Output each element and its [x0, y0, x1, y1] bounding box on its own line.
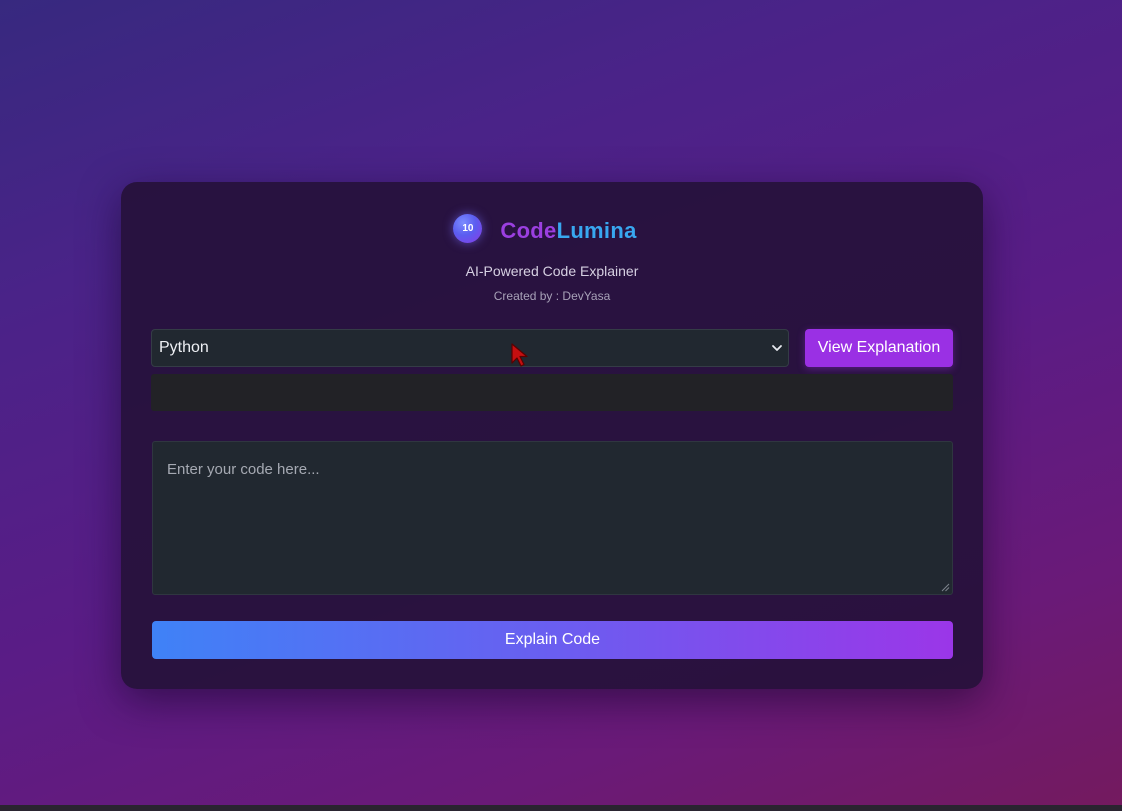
bottom-strip: [0, 805, 1122, 811]
app-title: CodeLumina: [500, 218, 636, 244]
language-select-value: Python: [159, 339, 209, 356]
app-subtitle: AI-Powered Code Explainer: [465, 263, 639, 279]
brand-header: 10 CodeLumina: [121, 212, 983, 244]
language-select[interactable]: Python: [151, 329, 789, 367]
resize-grip-icon[interactable]: [940, 582, 950, 592]
cursor-icon: [511, 343, 528, 367]
logo-text: 10: [462, 222, 474, 234]
explanation-output: [151, 374, 953, 411]
explain-code-button[interactable]: Explain Code: [152, 621, 953, 659]
main-card: 10 CodeLumina AI-Powered Code Explainer …: [121, 182, 983, 689]
code-input[interactable]: Enter your code here...: [152, 441, 953, 595]
logo-icon: 10: [453, 213, 483, 243]
view-explanation-button[interactable]: View Explanation: [805, 329, 953, 367]
chevron-down-icon: [772, 345, 782, 351]
app-title-lumina: Lumina: [556, 218, 637, 243]
app-credit: Created by : DevYasa: [493, 289, 611, 303]
code-input-placeholder: Enter your code here...: [167, 461, 320, 478]
app-title-code: Code: [500, 218, 557, 243]
